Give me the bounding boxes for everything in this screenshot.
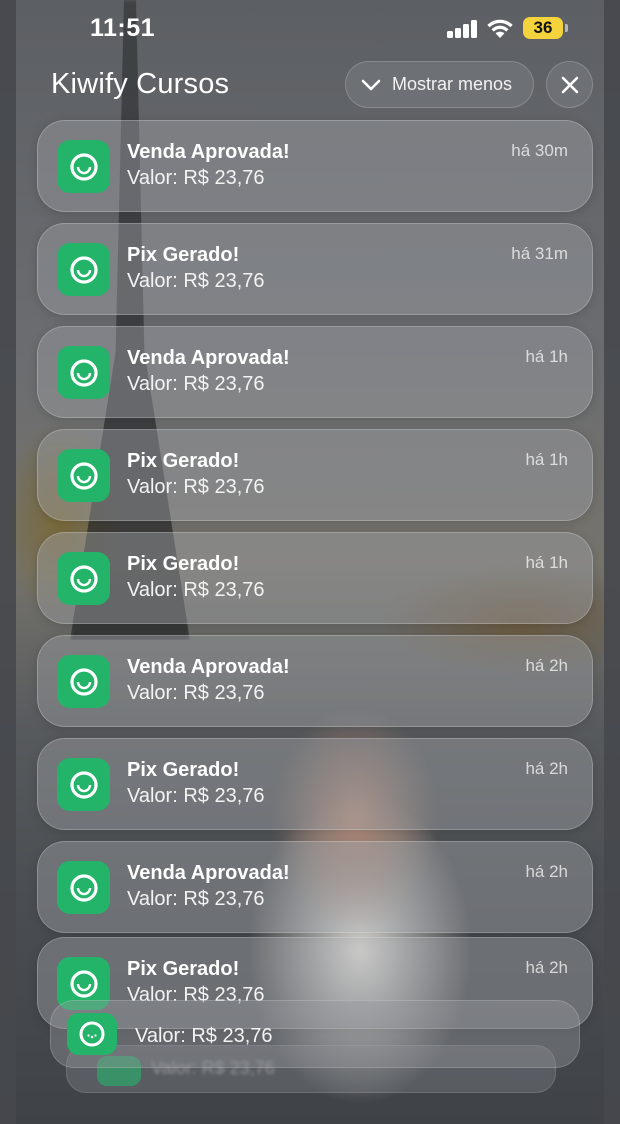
notification-body: Valor: R$ 23,76 [127, 785, 265, 807]
notification-body: Valor: R$ 23,76 [127, 476, 265, 498]
screen-edge-left [0, 0, 16, 1124]
notification-title: Pix Gerado! [127, 450, 240, 472]
battery-tip [565, 24, 568, 32]
notification-time: há 2h [525, 656, 568, 675]
kiwify-app-icon [57, 758, 110, 811]
notification-group-title: Kiwify Cursos [51, 68, 230, 100]
screen-edge-right [604, 0, 620, 1124]
notification-title: Pix Gerado! [127, 759, 240, 781]
notification-card[interactable]: Venda Aprovada! Valor: R$ 23,76 há 1h [37, 326, 593, 418]
battery-icon: 36 [523, 17, 563, 39]
cellular-signal-icon [447, 20, 479, 38]
notification-body: Valor: R$ 23,76 [127, 579, 265, 601]
notification-time: há 2h [525, 958, 568, 977]
status-bar: 11:51 36 [0, 0, 620, 60]
notification-time: há 30m [511, 141, 568, 160]
kiwify-app-icon [57, 552, 110, 605]
show-less-label: Mostrar menos [392, 74, 513, 94]
notification-time: há 1h [525, 450, 568, 469]
kiwify-app-icon [57, 655, 110, 708]
notification-card[interactable]: Pix Gerado! Valor: R$ 23,76 há 1h [37, 532, 593, 624]
clear-group-button[interactable] [546, 61, 593, 108]
kiwify-app-icon [57, 449, 110, 502]
notification-time: há 1h [525, 553, 568, 572]
notification-card[interactable]: Venda Aprovada! Valor: R$ 23,76 há 30m [37, 120, 593, 212]
notification-card[interactable]: Pix Gerado! Valor: R$ 23,76 há 1h [37, 429, 593, 521]
notification-time: há 1h [525, 347, 568, 366]
close-icon [561, 76, 578, 93]
notification-time: há 2h [525, 862, 568, 881]
kiwify-app-icon [57, 861, 110, 914]
notification-card[interactable]: Venda Aprovada! Valor: R$ 23,76 há 2h [37, 635, 593, 727]
notification-body: Valor: R$ 23,76 [127, 888, 265, 910]
status-time: 11:51 [90, 14, 156, 42]
notification-body: Valor: R$ 23,76 [127, 167, 265, 189]
notification-card[interactable]: Pix Gerado! Valor: R$ 23,76 há 2h [37, 738, 593, 830]
notification-title: Venda Aprovada! [127, 656, 290, 678]
notification-time: há 31m [511, 244, 568, 263]
wifi-icon [487, 19, 513, 38]
kiwify-app-icon [57, 243, 110, 296]
notification-body: Valor: R$ 23,76 [127, 682, 265, 704]
notification-title: Venda Aprovada! [127, 862, 290, 884]
chevron-down-icon [361, 79, 381, 90]
notification-card[interactable]: Pix Gerado! Valor: R$ 23,76 há 31m [37, 223, 593, 315]
notification-time: há 2h [525, 759, 568, 778]
notification-body: Valor: R$ 23,76 [127, 373, 265, 395]
notification-title: Pix Gerado! [127, 958, 240, 980]
kiwify-app-icon [57, 140, 110, 193]
notification-title: Venda Aprovada! [127, 347, 290, 369]
notification-title: Pix Gerado! [127, 244, 240, 266]
notification-title: Venda Aprovada! [127, 141, 290, 163]
notification-card[interactable]: Venda Aprovada! Valor: R$ 23,76 há 2h [37, 841, 593, 933]
kiwify-app-icon [57, 346, 110, 399]
notification-body: Valor: R$ 23,76 [127, 270, 265, 292]
notification-body: Valor: R$ 23,76 [135, 1025, 273, 1047]
stacked-notification[interactable]: Valor: R$ 23,76 [50, 1000, 580, 1068]
notification-title: Pix Gerado! [127, 553, 240, 575]
show-less-button[interactable]: Mostrar menos [345, 61, 534, 108]
kiwify-app-icon [67, 1013, 117, 1055]
